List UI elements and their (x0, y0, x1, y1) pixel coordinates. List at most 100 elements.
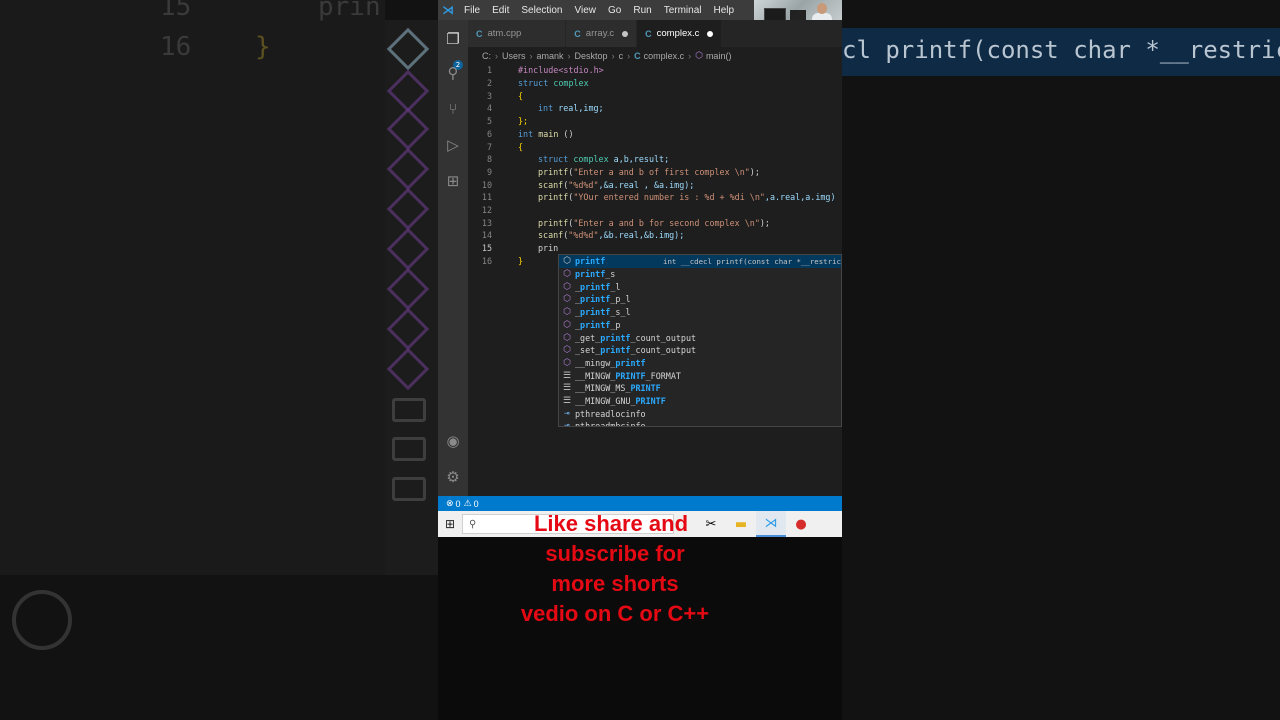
suggestion-widget: ⬡ printf int __cdecl printf(const char *… (558, 254, 842, 427)
search-icon[interactable]: ⚲ (444, 64, 462, 82)
suggestion-match: printf (615, 357, 646, 368)
suggestion-rest: _p (610, 319, 621, 330)
code-text: { (518, 90, 524, 101)
suggestion-item[interactable]: ⊸ pthreadlocinfo (559, 407, 841, 420)
suggestion-item[interactable]: ⬡ _ printf _p (559, 319, 841, 332)
suggestion-prefix: _get_ (575, 332, 601, 343)
breadcrumb-item[interactable]: c (619, 51, 624, 61)
suggestion-item[interactable]: ⬡ _ printf _p_l (559, 293, 841, 306)
suggestion-prefix: __MINGW_ (575, 370, 616, 381)
error-icon[interactable]: ⊗ (446, 498, 454, 509)
menu-terminal[interactable]: Terminal (658, 5, 708, 16)
background-zoom-right: cl printf(const char *__restrict (842, 0, 1280, 720)
suggestion-rest: _count_output (630, 332, 697, 343)
suggestion-item[interactable]: ⬡ __mingw_ printf (559, 357, 841, 370)
menu-file[interactable]: File (458, 5, 486, 16)
breadcrumb-item[interactable]: C: (482, 51, 491, 61)
line-number: 14 (481, 230, 492, 241)
suggestion-match: printf (575, 256, 606, 267)
cube-icon: ⬡ (563, 281, 571, 292)
suggestion-item[interactable]: ⊸ pthreadmbcinfo (559, 420, 841, 426)
code-line: 5 }; (468, 115, 528, 128)
breadcrumb-item[interactable]: Users (502, 51, 526, 61)
tab-label: array.c (585, 28, 615, 39)
code-type: complex (573, 154, 609, 165)
warning-icon[interactable]: ⚠ (464, 498, 472, 509)
suggestion-item[interactable]: ⬡ _ printf _s_l (559, 306, 841, 319)
line-number: 13 (481, 217, 492, 228)
line-number: 5 (486, 116, 492, 127)
breadcrumb-item[interactable]: main() (706, 51, 732, 61)
suggestion-match: PRINTF (635, 396, 666, 407)
bg-list-icon (392, 477, 426, 501)
suggestion-item[interactable]: ⬡ printf _s (559, 268, 841, 281)
code-text: int main () (518, 129, 574, 139)
chevron-right-icon: › (688, 50, 692, 61)
suggestion-rest: _s (605, 269, 616, 280)
bg-code: } (255, 32, 271, 62)
code-text: scanf("%d%d",&a.real , &a.img); (538, 179, 695, 190)
unsaved-dot-icon[interactable] (707, 30, 714, 37)
code-string: "YOur entered number is : %d + %di \n" (573, 192, 765, 203)
code-line: 7 { (468, 140, 523, 153)
list-icon: ☰ (562, 396, 572, 407)
code-string: "Enter a and b for second complex \n" (573, 217, 760, 228)
menu-selection[interactable]: Selection (515, 5, 568, 16)
warning-count[interactable]: 0 (474, 499, 479, 509)
field-icon: ⊸ (564, 408, 570, 419)
line-number: 6 (486, 128, 492, 139)
line-number: 7 (486, 141, 492, 152)
cube-icon: ⬡ (563, 307, 571, 318)
suggestion-item[interactable]: ⬡ _ printf _l (559, 280, 841, 293)
tab-array-c[interactable]: C array.c (566, 20, 638, 47)
run-debug-icon[interactable]: ▷ (444, 136, 462, 154)
code-function: scanf (538, 230, 564, 241)
breadcrumb-item[interactable]: amank (537, 51, 564, 61)
suggestion-item[interactable]: ⬡ _get_ printf _count_output (559, 331, 841, 344)
code-text: }; (518, 116, 529, 127)
account-icon[interactable]: ◉ (444, 432, 462, 450)
webcam-person-head (817, 3, 827, 14)
code-string: "%d%d" (568, 230, 599, 241)
chevron-right-icon: › (567, 50, 571, 61)
suggestion-item[interactable]: ☰ __MINGW_GNU_ PRINTF (559, 395, 841, 408)
suggestion-item[interactable]: ☰ __MINGW_MS_ PRINTF (559, 382, 841, 395)
menu-help[interactable]: Help (708, 5, 741, 16)
suggestion-item[interactable]: ⬡ _set_ printf _count_output (559, 344, 841, 357)
unsaved-dot-icon[interactable] (622, 30, 629, 37)
suggestion-item[interactable]: ☰ __MINGW_ PRINTF _FORMAT (559, 369, 841, 382)
suggestion-detail: int __cdecl printf(const char *__restric… (663, 256, 842, 266)
code-vars: real,img; (558, 103, 604, 114)
code-keyword: int (518, 128, 534, 139)
suggestion-rest: _count_output (630, 345, 697, 356)
menu-view[interactable]: View (569, 5, 603, 16)
line-number: 3 (486, 90, 492, 101)
extensions-icon[interactable]: ⊞ (444, 172, 462, 190)
source-control-icon[interactable]: ⑂ (444, 100, 462, 118)
code-line: 14 scanf("%d%d",&b.real,&b.img); (468, 229, 684, 242)
breadcrumb-item[interactable]: Desktop (575, 51, 608, 61)
code-keyword: int (538, 103, 554, 114)
line-number: 9 (486, 166, 492, 177)
breadcrumb-item[interactable]: complex.c (644, 51, 685, 61)
menu-run[interactable]: Run (627, 5, 657, 16)
code-function: main (538, 128, 559, 139)
explorer-icon[interactable]: ❐ (444, 30, 462, 48)
bg-account-icon (12, 590, 72, 650)
menu-go[interactable]: Go (602, 5, 627, 16)
tab-complex-c[interactable]: C complex.c (637, 20, 723, 47)
error-count[interactable]: 0 (456, 499, 461, 509)
code-punct: ); (749, 166, 760, 177)
gear-icon[interactable]: ⚙ (444, 468, 462, 486)
line-number: 4 (486, 103, 492, 114)
list-icon: ☰ (562, 383, 572, 394)
function-cube-icon: ⬡ (695, 50, 703, 60)
c-file-icon: C (476, 28, 483, 39)
menu-edit[interactable]: Edit (486, 5, 515, 16)
cube-icon: ⬡ (563, 332, 571, 343)
suggestion-item[interactable]: ⬡ printf int __cdecl printf(const char *… (559, 255, 842, 268)
c-file-icon: C (574, 28, 581, 39)
tab-atm-cpp[interactable]: C atm.cpp (468, 20, 567, 47)
caption-line: Like share and (533, 511, 689, 536)
suggestion-match: PRINTF (630, 383, 661, 394)
